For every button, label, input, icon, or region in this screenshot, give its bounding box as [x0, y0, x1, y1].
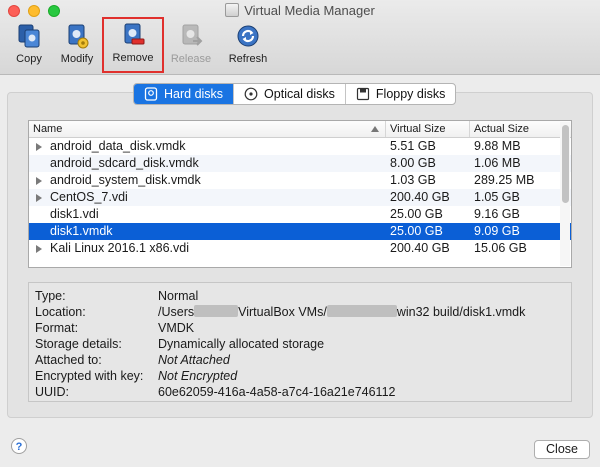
disclosure-triangle-icon[interactable]	[36, 193, 42, 202]
cell-name: disk1.vmdk	[29, 223, 386, 240]
hard-disk-icon	[144, 87, 158, 101]
table-row[interactable]: Kali Linux 2016.1 x86.vdi 200.40 GB 15.06 …	[29, 240, 571, 257]
hard-disks-table: Name Virtual Size Actual Size android_da…	[28, 120, 572, 268]
cell-actual-size: 9.16 GB	[474, 207, 520, 221]
refresh-button[interactable]: Refresh	[223, 20, 273, 70]
cell-name: Kali Linux 2016.1 x86.vdi	[29, 240, 386, 257]
cell-actual-size: 1.06 MB	[474, 156, 521, 170]
cell-actual-size: 1.05 GB	[474, 190, 520, 204]
column-header-virtual-size[interactable]: Virtual Size	[386, 121, 470, 137]
tab-floppy-disks[interactable]: Floppy disks	[346, 84, 455, 104]
tab-optical-disks[interactable]: Optical disks	[234, 84, 346, 104]
copy-button[interactable]: Copy	[4, 20, 54, 70]
disk-name: disk1.vdi	[50, 207, 99, 221]
cell-virtual-size: 8.00 GB	[390, 156, 436, 170]
disclosure-triangle-icon[interactable]	[36, 244, 42, 253]
table-row-partial	[29, 257, 560, 267]
disk-name: CentOS_7.vdi	[50, 190, 128, 204]
cell-actual-size: 15.06 GB	[474, 241, 527, 255]
scrollbar-thumb[interactable]	[562, 125, 569, 203]
disk-name: disk1.vmdk	[50, 224, 113, 238]
cell-virtual-size: 25.00 GB	[390, 224, 443, 238]
optical-disk-icon	[244, 87, 258, 101]
modify-disk-icon	[68, 24, 89, 49]
window-title: Virtual Media Manager	[0, 3, 600, 18]
refresh-icon	[237, 25, 259, 47]
disk-details-panel: Type: Normal Location: /Users VirtualBox …	[28, 282, 572, 402]
copy-disk-icon	[18, 24, 40, 48]
cell-virtual-size: 5.51 GB	[390, 139, 436, 153]
tab-hard-disks[interactable]: Hard disks	[134, 84, 235, 104]
floppy-disk-icon	[356, 87, 370, 101]
cell-name: disk1.vdi	[29, 206, 386, 223]
column-header-name[interactable]: Name	[29, 121, 386, 137]
cell-name: android_data_disk.vmdk	[29, 138, 386, 155]
disk-name: android_sdcard_disk.vmdk	[50, 156, 199, 170]
title-bar: Virtual Media Manager Copy Modify Remove…	[0, 0, 600, 75]
release-disk-icon	[182, 24, 203, 46]
disclosure-triangle-icon[interactable]	[36, 142, 42, 151]
redacted-username	[194, 305, 239, 317]
table-row[interactable]: disk1.vmdk 25.00 GB 9.09 GB	[29, 223, 571, 240]
table-body: android_data_disk.vmdk 5.51 GB 9.88 MB andr…	[29, 138, 571, 257]
cell-name: android_system_disk.vmdk	[29, 172, 386, 189]
cell-virtual-size: 200.40 GB	[390, 190, 450, 204]
virtual-media-manager-window: Virtual Media Manager Copy Modify Remove…	[0, 0, 600, 467]
remove-disk-icon	[124, 23, 145, 45]
cell-virtual-size: 200.40 GB	[390, 241, 450, 255]
table-row[interactable]: android_data_disk.vmdk 5.51 GB 9.88 MB	[29, 138, 571, 155]
release-button[interactable]: Release	[166, 20, 216, 70]
cell-actual-size: 9.09 GB	[474, 224, 520, 238]
cell-virtual-size: 25.00 GB	[390, 207, 443, 221]
media-type-tabs: Hard disks Optical disks Floppy disks	[133, 83, 457, 105]
sort-ascending-icon	[371, 126, 379, 132]
cell-name: CentOS_7.vdi	[29, 189, 386, 206]
media-manager-icon	[225, 3, 240, 17]
toolbar: Copy Modify Remove Release Refresh	[0, 17, 600, 73]
table-row[interactable]: disk1.vdi 25.00 GB 9.16 GB	[29, 206, 571, 223]
disk-name: Kali Linux 2016.1 x86.vdi	[50, 241, 189, 255]
remove-button[interactable]: Remove	[102, 17, 164, 73]
modify-button[interactable]: Modify	[52, 20, 102, 70]
cell-actual-size: 289.25 MB	[474, 173, 535, 187]
cell-name: android_sdcard_disk.vmdk	[29, 155, 386, 172]
cell-virtual-size: 1.03 GB	[390, 173, 436, 187]
table-row[interactable]: android_sdcard_disk.vmdk 8.00 GB 1.06 MB	[29, 155, 571, 172]
table-row[interactable]: android_system_disk.vmdk 1.03 GB 289.25 MB	[29, 172, 571, 189]
cell-actual-size: 9.88 MB	[474, 139, 521, 153]
redacted-folder	[326, 305, 397, 317]
help-button[interactable]: ?	[11, 438, 27, 454]
table-header: Name Virtual Size Actual Size	[29, 121, 571, 138]
disk-name: android_system_disk.vmdk	[50, 173, 201, 187]
disclosure-triangle-icon[interactable]	[36, 176, 42, 185]
table-scrollbar[interactable]	[560, 122, 570, 266]
table-row[interactable]: CentOS_7.vdi 200.40 GB 1.05 GB	[29, 189, 571, 206]
disk-name: android_data_disk.vmdk	[50, 139, 186, 153]
column-header-actual-size[interactable]: Actual Size	[470, 121, 560, 137]
close-button[interactable]: Close	[534, 440, 590, 459]
